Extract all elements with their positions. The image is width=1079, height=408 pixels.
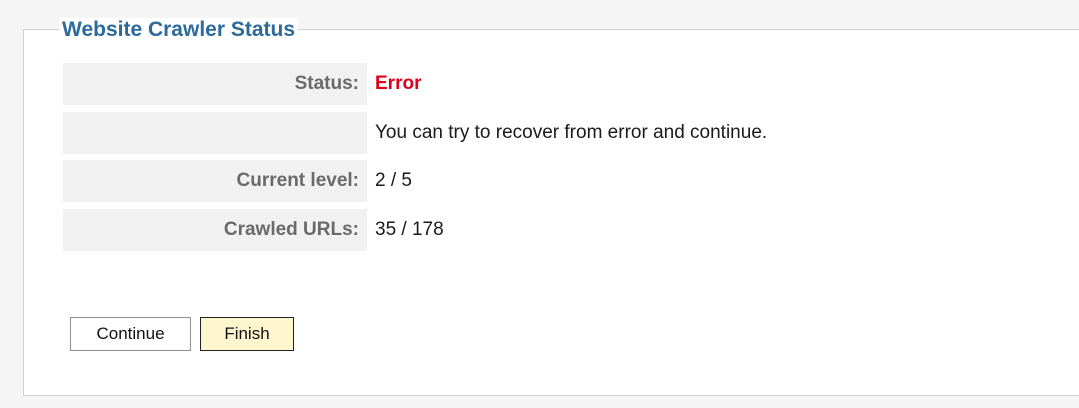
recovery-hint-text: You can try to recover from error and co… bbox=[375, 122, 768, 143]
status-value: Error bbox=[375, 73, 422, 94]
finish-button[interactable]: Finish bbox=[200, 317, 294, 351]
continue-button[interactable]: Continue bbox=[70, 317, 191, 351]
panel-title: Website Crawler Status bbox=[59, 18, 299, 42]
crawled-urls-value: 35 / 178 bbox=[375, 219, 444, 240]
current-level-label: Current level: bbox=[63, 160, 367, 202]
status-label: Status: bbox=[63, 63, 367, 105]
current-level-value: 2 / 5 bbox=[375, 170, 412, 191]
crawled-urls-label: Crawled URLs: bbox=[63, 209, 367, 251]
recovery-hint-label bbox=[63, 112, 367, 154]
crawler-status-page: Website Crawler Status Status: Error You… bbox=[0, 0, 1079, 408]
